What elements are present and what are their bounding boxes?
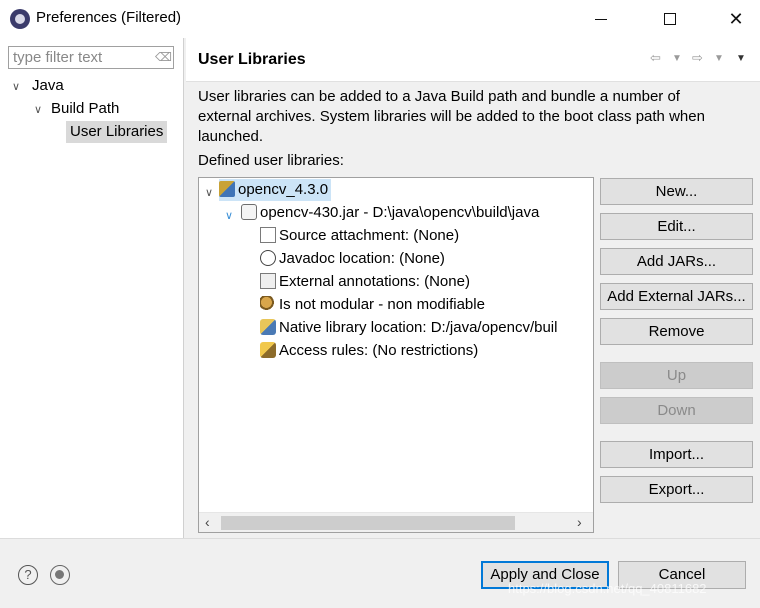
native-library-icon (260, 319, 276, 335)
tree-item-jar[interactable]: opencv-430.jar - D:\java\opencv\build\ja… (241, 202, 539, 224)
watermark-text: https://blog.csdn.net/qq_40811682 (508, 581, 707, 596)
down-button[interactable]: Down (600, 397, 753, 424)
horizontal-scrollbar[interactable]: ‹ › (199, 512, 593, 532)
page-description: User libraries can be added to a Java Bu… (198, 87, 758, 147)
annotations-icon (260, 273, 276, 289)
tree-item-library[interactable]: opencv_4.3.0 (219, 179, 332, 201)
expand-java-chevron-icon[interactable]: ∨ (12, 80, 20, 93)
description-line: User libraries can be added to a Java Bu… (198, 88, 680, 105)
attribute-label: External annotations: (None) (279, 273, 470, 290)
import-button[interactable]: Import... (600, 441, 753, 468)
window-title: Preferences (Filtered) (36, 9, 182, 26)
expand-build-path-chevron-icon[interactable]: ∨ (34, 103, 42, 116)
description-line: external archives. System libraries will… (198, 108, 705, 125)
attribute-label: Native library location: D:/java/opencv/… (279, 319, 558, 336)
scrollbar-thumb[interactable] (221, 516, 515, 530)
preferences-nav-pane: ⌫ ∨ Java ∨ Build Path User Libraries (0, 38, 184, 538)
javadoc-icon (260, 250, 276, 266)
tree-item-javadoc[interactable]: Javadoc location: (None) (260, 248, 445, 270)
close-button[interactable]: ✕ (713, 0, 759, 38)
clear-filter-icon[interactable]: ⌫ (155, 50, 172, 64)
forward-menu-chevron-icon[interactable]: ▼ (714, 53, 724, 64)
attribute-label: Is not modular - non modifiable (279, 296, 485, 313)
maximize-icon (664, 13, 676, 25)
description-line: launched. (198, 128, 264, 145)
close-icon: ✕ (728, 8, 744, 29)
user-libraries-tree[interactable]: ∨ opencv_4.3.0 ∨ opencv-430.jar - D:\jav… (198, 177, 594, 533)
dialog-footer: ? Apply and Close Cancel https://blog.cs… (0, 538, 760, 608)
scroll-right-icon[interactable]: › (577, 514, 582, 530)
view-menu-icon[interactable]: ▼ (736, 53, 746, 64)
tree-item-modularity[interactable]: Is not modular - non modifiable (260, 294, 485, 316)
attribute-label: Javadoc location: (None) (279, 250, 445, 267)
tree-item-source-attachment[interactable]: Source attachment: (None) (260, 225, 459, 247)
scroll-left-icon[interactable]: ‹ (205, 514, 210, 530)
tree-item-native-library[interactable]: Native library location: D:/java/opencv/… (260, 317, 557, 339)
library-icon (219, 181, 235, 197)
edit-button[interactable]: Edit... (600, 213, 753, 240)
title-bar: Preferences (Filtered) ✕ (0, 0, 760, 38)
preferences-import-icon[interactable] (50, 565, 70, 585)
defined-libraries-label: Defined user libraries: (198, 152, 344, 169)
remove-button[interactable]: Remove (600, 318, 753, 345)
nav-item-java[interactable]: Java (32, 75, 64, 97)
page-header: User Libraries ⇦ ▼ ⇨ ▼ ▼ (186, 38, 760, 82)
export-button[interactable]: Export... (600, 476, 753, 503)
add-external-jars-button[interactable]: Add External JARs... (600, 283, 753, 310)
jar-icon (241, 204, 257, 220)
back-menu-chevron-icon[interactable]: ▼ (672, 53, 682, 64)
forward-arrow-icon[interactable]: ⇨ (692, 50, 703, 66)
minimize-button[interactable] (578, 0, 624, 38)
up-button[interactable]: Up (600, 362, 753, 389)
nav-item-build-path[interactable]: Build Path (51, 98, 119, 120)
jar-label: opencv-430.jar - D:\java\opencv\build\ja… (260, 204, 540, 221)
attribute-label: Source attachment: (None) (279, 227, 460, 244)
maximize-button[interactable] (647, 0, 693, 38)
filter-input[interactable] (9, 47, 149, 68)
help-icon[interactable]: ? (18, 565, 38, 585)
tree-item-external-annotations[interactable]: External annotations: (None) (260, 271, 470, 293)
tree-item-access-rules[interactable]: Access rules: (No restrictions) (260, 340, 478, 362)
minimize-icon (595, 18, 607, 20)
add-jars-button[interactable]: Add JARs... (600, 248, 753, 275)
new-button[interactable]: New... (600, 178, 753, 205)
expand-library-chevron-icon[interactable]: ∨ (205, 186, 213, 199)
source-attachment-icon (260, 227, 276, 243)
nav-item-user-libraries[interactable]: User Libraries (66, 121, 168, 143)
back-arrow-icon[interactable]: ⇦ (650, 50, 661, 66)
eclipse-app-icon (10, 9, 30, 29)
attribute-label: Access rules: (No restrictions) (279, 342, 479, 359)
filter-box: ⌫ (8, 46, 174, 69)
page-title: User Libraries (198, 51, 306, 68)
expand-jar-chevron-icon[interactable]: ∨ (225, 209, 233, 222)
library-label: opencv_4.3.0 (238, 181, 329, 198)
access-rules-icon (260, 342, 276, 358)
module-icon (260, 296, 276, 312)
